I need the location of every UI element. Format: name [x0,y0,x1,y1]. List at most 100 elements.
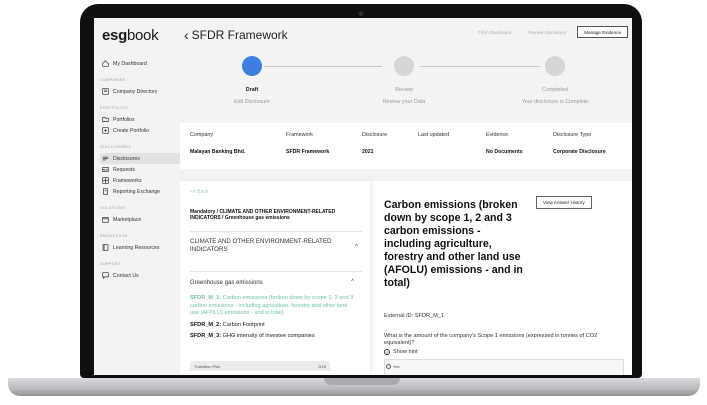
indicator-item[interactable]: SFDR_M_3: GHG intensity of investee comp… [190,333,355,341]
show-hint-label: Show hint [393,349,418,355]
indicator-code: SFDR_M_1: [190,295,222,301]
radio-button[interactable] [386,364,391,369]
show-hint-toggle[interactable]: ? Show hint [384,349,418,355]
disclosure-details-card: Company Malayan Banking Bhd. Framework S… [180,123,632,169]
section-label: SOLUTIONS [100,206,126,210]
step-dot-completed [545,56,565,76]
disclosure-editor: << Back Mandatory / CLIMATE AND OTHER EN… [180,181,632,375]
col-header-last-updated: Last updated [418,132,450,138]
sidebar: esgbook My Dashboard COMPANIES Company D… [94,18,180,375]
indicator-text: Carbon Footprint [221,321,265,328]
directory-icon [102,88,109,95]
indicator-item-active[interactable]: SFDR_M_1: Carbon emissions (broken down … [190,295,355,318]
col-header-disclosure: Disclosure [362,132,388,138]
folder-icon [102,116,109,123]
step-name: Completed [541,87,569,93]
breadcrumb: Mandatory / CLIMATE AND OTHER ENVIRONMEN… [190,209,336,221]
laptop-notch [324,378,400,385]
transition-plan-label: Transition Plan [194,363,221,369]
logo[interactable]: esgbook [102,27,159,44]
logo-bold: esg [102,27,127,44]
top-header: ‹ SFDR Framework Fill in Disclosure Revi… [180,18,632,110]
col-header-evidence: Evidence [486,132,509,138]
sidebar-item-disclosures[interactable]: Disclosures [100,153,180,164]
step-subtitle: Your disclosure is Complete [521,99,589,105]
sidebar-item-label: Requests [113,166,135,173]
sidebar-item-portfolios[interactable]: Portfolios [100,114,180,125]
step-subtitle: Review your Data [382,99,426,105]
chevron-up-icon[interactable]: ^ [355,244,358,250]
sidebar-item-label: Learning Resources [113,244,160,251]
option-yes[interactable]: Yes [386,364,400,369]
indicator-list: SFDR_M_1: Carbon emissions (broken down … [190,295,355,345]
sidebar-item-requests[interactable]: Requests [100,164,180,175]
company-value: Malayan Banking Bhd. [190,149,246,155]
review-disclosure-button[interactable]: Review Disclosure [522,26,572,38]
stepper-line [420,66,540,67]
sidebar-item-reporting-exchange[interactable]: Reporting Exchange [100,186,180,197]
transition-plan-row[interactable]: Transition Plan 0/18 [190,361,330,371]
header-actions: Fill in Disclosure Review Disclosure Man… [472,26,628,38]
logo-light: book [126,27,159,44]
chevron-left-icon[interactable]: ‹ [184,27,189,43]
section-label: KNOWLEDGE [100,234,128,238]
chat-icon [102,272,109,279]
app-screen: esgbook My Dashboard COMPANIES Company D… [94,18,632,375]
section-label: COMPANIES [100,78,126,82]
step-name: Review [395,87,413,93]
page-title[interactable]: ‹ SFDR Framework [184,27,288,43]
view-answer-history-button[interactable]: View Answer History [536,196,592,209]
book-icon [102,244,109,251]
manage-evidence-button[interactable]: Manage Evidence [577,26,628,38]
step-name: Draft [245,87,259,93]
framework-value: SFDR Framework [286,149,330,155]
sidebar-item-label: Reporting Exchange [113,188,161,195]
indicator-navigator: << Back Mandatory / CLIMATE AND OTHER EN… [180,181,370,375]
sidebar-item-label: Marketplace [113,216,142,223]
sidebar-item-dashboard[interactable]: My Dashboard [100,58,180,69]
sidebar-item-company-directory[interactable]: Company Directory [100,86,180,97]
accordion-subsection-title: Greenhouse gas emissions [190,280,263,286]
chevron-up-icon[interactable]: ^ [351,279,354,285]
sidebar-nav: My Dashboard COMPANIES Company Directory… [100,58,180,281]
indicator-item[interactable]: SFDR_M_2: Carbon Footprint [190,322,355,330]
col-header-disclosure-type: Disclosure Type [553,132,592,138]
step-dot-review [394,56,414,76]
home-icon [102,60,109,67]
transition-plan-count: 0/18 [318,363,326,369]
question-text: What is the amount of the company's Scop… [384,333,598,346]
progress-stepper: Draft Review Completed Edit Disclosure R… [180,54,632,110]
disclosure-value: 2021 [362,149,374,155]
sidebar-item-learning-resources[interactable]: Learning Resources [100,242,180,253]
sidebar-item-contact-us[interactable]: Contact Us [100,270,180,281]
page-title-text: SFDR Framework [191,28,288,42]
option-yes-label: Yes [393,364,400,369]
sidebar-item-create-portfolio[interactable]: Create Portfolio [100,125,180,136]
section-label: DISCLOSURES [100,145,132,149]
external-id: External ID: SFDR_M_1 [384,313,444,319]
fill-disclosure-button[interactable]: Fill in Disclosure [472,26,517,38]
step-dot-draft [242,56,262,76]
col-header-framework: Framework [286,132,313,138]
accordion-section[interactable]: CLIMATE AND OTHER ENVIRONMENT-RELATED IN… [190,231,362,254]
sidebar-item-frameworks[interactable]: Frameworks [100,175,180,186]
laptop-base [8,378,700,396]
sidebar-item-marketplace[interactable]: Marketplace [100,214,180,225]
create-icon [102,127,109,134]
help-icon: ? [384,349,390,355]
sidebar-item-label: Contact Us [113,272,139,279]
sidebar-item-label: My Dashboard [113,60,147,67]
sidebar-item-label: Create Portfolio [113,127,150,134]
store-icon [102,216,109,223]
sidebar-item-label: Company Directory [113,88,158,95]
section-label: PORTFOLIOS [100,106,129,110]
question-title: Carbon emissions (broken down by scope 1… [384,199,523,289]
inbox-icon [102,166,109,173]
document-icon [102,188,109,195]
sidebar-item-label: Frameworks [113,177,142,184]
sidebar-item-label: Disclosures [113,155,140,162]
sidebar-item-label: Portfolios [113,116,135,123]
back-link[interactable]: << Back [190,189,208,195]
list-icon [102,155,109,162]
accordion-subsection[interactable]: Greenhouse gas emissions ^ [190,271,362,286]
